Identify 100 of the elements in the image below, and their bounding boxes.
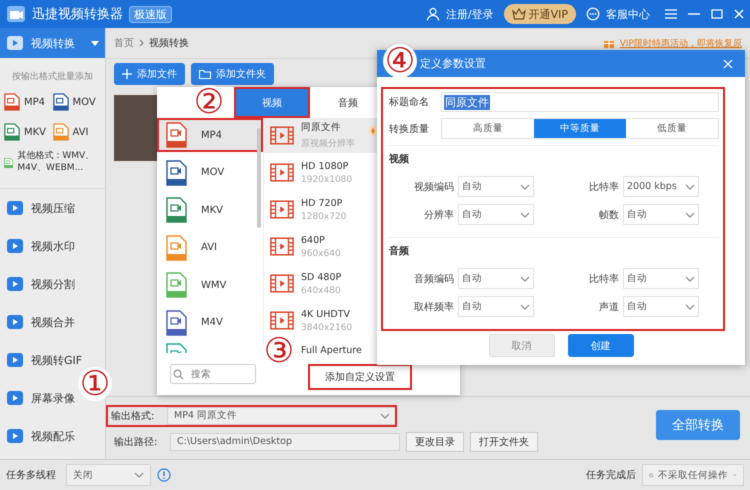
field-label: 比特率 [589,272,619,286]
tool-icon [6,238,24,254]
change-directory-button[interactable]: 更改目录 [406,432,464,452]
scrollbar-thumb[interactable] [257,128,261,228]
file-icon [165,310,187,336]
user-icon [426,7,440,21]
after-task-label: 任务完成后 [586,468,636,482]
chevron-down-icon [520,212,530,218]
callout-number: ④ [383,44,417,78]
sidebar-item[interactable]: 视频分割 [0,265,75,304]
open-folder-button[interactable]: 打开文件夹 [470,432,538,452]
sidebar-item[interactable]: 视频压缩 [0,189,75,228]
film-icon [270,200,294,219]
chevron-down-icon [685,304,695,310]
breadcrumb-current: 视频转换 [149,36,189,50]
field-label: 转换质量 [389,122,430,136]
format-shortcut[interactable]: MOV [52,93,101,111]
sidebar-item[interactable]: 屏幕录像 [0,379,75,418]
field-label: 帧数 [599,208,619,222]
vip-button[interactable]: 开通VIP [504,4,576,24]
folder-icon [199,69,211,79]
settings-select[interactable]: 自动 [458,296,534,317]
section-title: 音频 [389,244,410,258]
chevron-down-icon [134,472,144,478]
quality-option[interactable]: 中等质量 [534,119,626,138]
chevron-down-icon [520,276,530,282]
format-shortcut[interactable]: MKV [4,123,52,141]
info-icon[interactable] [157,468,171,482]
breadcrumb-link[interactable]: 首页 [114,36,134,50]
settings-select[interactable]: 2000 kbps [623,176,699,197]
settings-select[interactable]: 自动 [623,204,699,225]
chevron-down-icon [685,276,695,282]
search-icon [173,368,184,380]
field-label: 比特率 [589,180,619,194]
format-shortcut[interactable]: AVI [52,123,101,141]
tool-icon [6,35,24,51]
close-icon[interactable] [734,9,744,19]
field-label: 声道 [599,300,619,314]
format-item[interactable]: M4V [157,306,263,340]
field-label: 标题命名 [389,96,430,109]
file-icon [165,197,187,223]
threads-select[interactable]: 关闭 [66,464,151,486]
format-item[interactable]: MOV [157,156,263,190]
plus-icon [122,69,132,79]
tool-icon [6,352,24,368]
settings-select[interactable]: 自动 [458,268,534,289]
settings-select[interactable]: 自动 [458,176,534,197]
menu-icon[interactable] [665,9,677,19]
login-link[interactable]: 注册/登录 [446,6,494,22]
format-item[interactable]: WMV [157,268,263,302]
create-button[interactable]: 创建 [568,334,634,357]
film-icon [270,163,294,182]
settings-select[interactable]: 自动 [458,204,534,225]
search-field[interactable]: 搜索 [170,364,256,384]
format-item[interactable]: AVI [157,230,263,264]
file-icon [165,160,187,186]
field-label: 视频编码 [414,180,454,194]
sidebar-item[interactable]: 视频转换 [0,28,105,58]
close-icon[interactable] [723,58,733,68]
app-title: 迅捷视频转换器 [32,6,123,23]
chevron-down-icon [520,184,530,190]
film-icon [270,274,294,293]
output-format-label: 输出格式: [111,410,156,422]
threads-label: 任务多线程 [6,468,56,482]
tool-icon [6,428,24,444]
settings-select[interactable]: 自动 [623,268,699,289]
add-file-button[interactable]: 添加文件 [114,63,185,85]
add-folder-button[interactable]: 添加文件夹 [191,63,274,85]
sidebar-item[interactable]: 视频配乐 [0,417,75,456]
logo-icon [6,4,26,24]
file-icon [165,234,187,260]
film-icon [270,126,294,145]
crown-icon [512,8,526,20]
settings-select[interactable]: 自动 [623,296,699,317]
chevron-down-icon [685,212,695,218]
maximize-icon[interactable] [711,9,723,19]
dialog-title: 定义参数设置 [420,56,486,71]
field-label: 取样频率 [414,300,454,314]
chevron-down-icon [380,412,390,418]
section-title: 视频 [389,152,410,166]
title-input[interactable]: 同原文件 [441,92,719,112]
output-path-field[interactable]: C:\Users\admin\Desktop [170,432,400,450]
chevron-down-icon [520,304,530,310]
sidebar-item[interactable]: 视频水印 [0,227,75,266]
format-shortcut[interactable]: 其他格式：WMV、M4V、WEBM... [4,151,101,174]
format-item[interactable]: MKV [157,193,263,227]
sidebar-item[interactable]: 视频合并 [0,303,75,342]
batch-hint: 按输出格式批量添加 [11,70,94,83]
film-icon [270,237,294,256]
output-format-select[interactable]: MP4 同原文件 [167,406,397,424]
tool-icon [6,276,24,292]
film-icon [270,311,294,330]
tool-icon [6,390,24,406]
after-task-select[interactable]: 不采取任何操作 [642,464,744,486]
output-path-label: 输出路径: [114,436,158,448]
chat-icon [586,7,600,21]
file-icon [165,122,187,148]
format-shortcut[interactable]: MP4 [4,93,52,111]
field-label: 音频编码 [414,272,454,286]
support-link[interactable]: 客服中心 [606,6,650,22]
